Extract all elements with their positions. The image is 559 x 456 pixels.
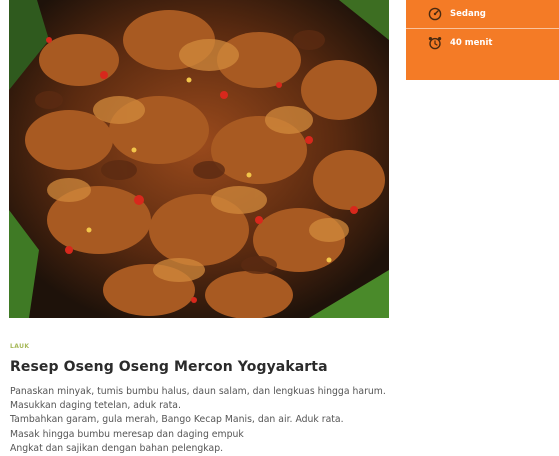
difficulty-label: Sedang xyxy=(450,9,486,19)
alarm-clock-icon xyxy=(428,36,442,50)
category-label[interactable]: LAUK xyxy=(10,343,29,350)
dial-icon xyxy=(428,7,442,21)
step-item: Masak hingga bumbu meresap dan daging em… xyxy=(10,428,244,440)
recipe-info-panel: Sedang 40 menit xyxy=(406,0,559,80)
step-item: Masukkan daging tetelan, aduk rata. xyxy=(10,400,181,412)
difficulty-row: Sedang xyxy=(406,0,559,28)
step-item: Tambahkan garam, gula merah, Bango Kecap… xyxy=(10,414,344,426)
step-item: Angkat dan sajikan dengan bahan pelengka… xyxy=(10,442,224,454)
time-label: 40 menit xyxy=(450,37,493,48)
recipe-title: Resep Oseng Oseng Mercon Yogyakarta xyxy=(10,359,328,375)
recipe-steps: Panaskan minyak, tumis bumbu halus, daun… xyxy=(10,385,386,456)
food-image xyxy=(9,0,389,318)
step-item: Panaskan minyak, tumis bumbu halus, daun… xyxy=(10,386,386,397)
recipe-photo xyxy=(9,0,389,318)
time-row: 40 menit xyxy=(406,28,559,56)
